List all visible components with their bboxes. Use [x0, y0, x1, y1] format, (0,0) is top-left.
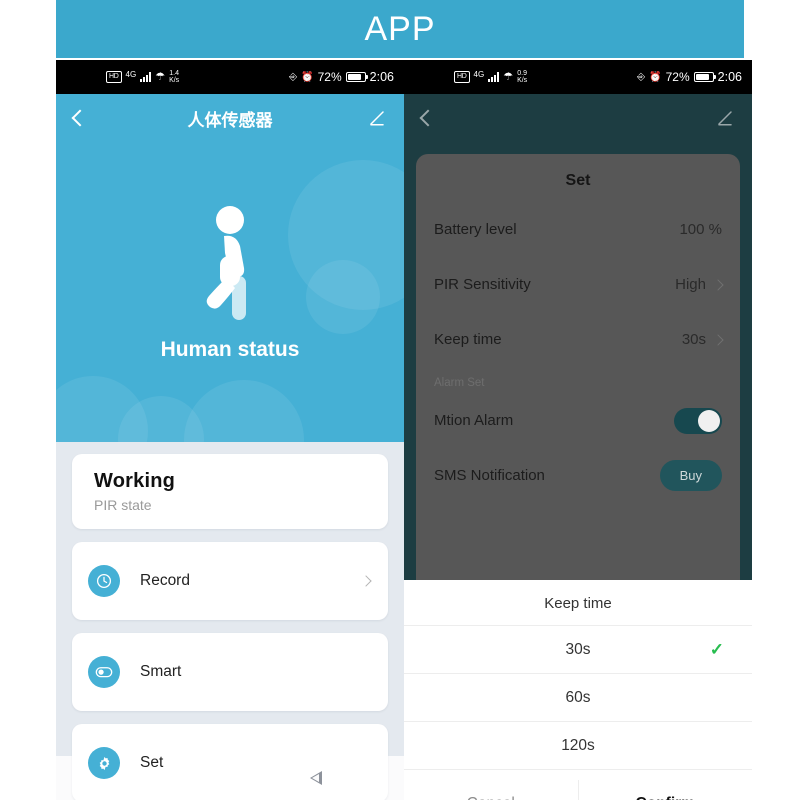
keep-time-bottom-sheet: Keep time 30s ✓ 60s 120s Cancel Confirm — [404, 580, 752, 800]
screenshot-root: APP HD 4G ☂ 1.4 K/s ⎆ ⏰ 72% 2:06 人体传感器 H… — [0, 0, 800, 800]
wifi-icon: ☂ — [503, 70, 514, 83]
gear-icon — [88, 747, 120, 779]
settings-row-label: SMS Notification — [434, 467, 545, 484]
banner-title: APP — [364, 9, 436, 48]
sheet-spacer — [404, 770, 752, 780]
right-status-bar: HD 4G ☂ 0.9 K/s ⎆ ⏰ 72% 2:06 — [404, 60, 752, 94]
settings-row-value: High — [675, 276, 706, 293]
settings-row-value-group: 30s — [681, 331, 724, 348]
network-speed: 1.4 K/s — [169, 70, 179, 84]
settings-row-label: Battery level — [434, 221, 517, 238]
network-type-label: 4G — [473, 69, 485, 79]
pencil-icon[interactable] — [716, 109, 734, 127]
sheet-option-label: 60s — [565, 688, 591, 706]
right-app-bar — [404, 94, 752, 142]
clock-label: 2:06 — [369, 70, 394, 84]
left-phone-screen: HD 4G ☂ 1.4 K/s ⎆ ⏰ 72% 2:06 人体传感器 Human… — [56, 60, 404, 800]
battery-icon — [693, 72, 717, 82]
sheet-action-bar: Cancel Confirm — [404, 780, 752, 800]
settings-title: Set — [565, 172, 591, 189]
pir-status-card: Working PIR state — [72, 454, 388, 529]
clock-icon — [88, 565, 120, 597]
app-banner: APP — [56, 0, 744, 58]
motion-alarm-toggle[interactable] — [674, 407, 722, 434]
settings-section-label: Alarm Set — [434, 377, 485, 389]
confirm-button[interactable]: Confirm — [577, 780, 753, 800]
network-speed-unit: K/s — [517, 77, 528, 84]
settings-row-value: 100 % — [679, 221, 722, 238]
settings-backdrop: Set Battery level 100 % PIR Sensitivity … — [404, 142, 752, 580]
hero-label: Human status — [160, 338, 300, 361]
hero-content: Human status — [56, 142, 404, 442]
pir-status-label: PIR state — [94, 497, 152, 513]
pir-status-value: Working — [94, 470, 176, 492]
sheet-option-label: 30s — [565, 640, 591, 658]
sms-action-group: Buy — [659, 460, 722, 491]
status-bar-right-group: ⎆ ⏰ 72% 2:06 — [637, 70, 742, 84]
wifi-icon: ☂ — [155, 70, 166, 83]
network-speed-unit: K/s — [169, 77, 180, 84]
nfc-icon: ⎆ — [637, 71, 646, 83]
settings-row-label: Mtion Alarm — [434, 412, 514, 429]
walking-person-icon — [206, 206, 246, 320]
left-status-bar: HD 4G ☂ 1.4 K/s ⎆ ⏰ 72% 2:06 — [56, 60, 404, 94]
motion-alarm-toggle-group — [674, 407, 722, 434]
settings-row-value-group: High — [675, 276, 724, 293]
network-type-label: 4G — [125, 69, 137, 79]
card-list: Working PIR state Record Smart Set — [56, 442, 404, 800]
cancel-button[interactable]: Cancel — [404, 780, 578, 800]
alarm-icon: ⏰ — [649, 71, 662, 83]
settings-row-pir-sensitivity[interactable]: PIR Sensitivity High — [434, 257, 724, 312]
check-icon: ✓ — [709, 639, 724, 659]
sheet-title: Keep time — [404, 580, 752, 626]
menu-item-label: Smart — [140, 663, 182, 680]
sheet-option-30s[interactable]: 30s ✓ — [404, 626, 752, 674]
pencil-icon[interactable] — [368, 109, 386, 127]
nfc-icon: ⎆ — [289, 71, 298, 83]
alarm-icon: ⏰ — [301, 71, 314, 83]
status-bar-right-group: ⎆ ⏰ 72% 2:06 — [289, 70, 394, 84]
battery-percent-label: 72% — [665, 70, 690, 84]
settings-row-sms-notification: SMS Notification Buy — [434, 448, 722, 503]
battery-percent-label: 72% — [317, 70, 342, 84]
back-icon[interactable] — [419, 109, 437, 127]
hd-icon: HD — [454, 71, 470, 83]
right-phone-screen: HD 4G ☂ 0.9 K/s ⎆ ⏰ 72% 2:06 Set Battery… — [404, 60, 752, 800]
clock-label: 2:06 — [717, 70, 742, 84]
battery-icon — [345, 72, 369, 82]
hd-icon: HD — [106, 71, 122, 83]
network-speed-value: 1.4 — [169, 70, 179, 77]
menu-item-label: Record — [140, 572, 190, 589]
back-triangle-icon[interactable] — [309, 771, 322, 785]
status-bar-left-group: HD 4G ☂ 0.9 K/s — [454, 70, 527, 84]
network-speed-value: 0.9 — [517, 70, 527, 77]
page-title: 人体传感器 — [187, 110, 273, 130]
chevron-right-icon — [712, 333, 724, 346]
menu-item-record[interactable]: Record — [72, 542, 388, 620]
network-speed: 0.9 K/s — [517, 70, 527, 84]
sheet-option-label: 120s — [561, 736, 595, 754]
buy-button[interactable]: Buy — [659, 460, 722, 491]
left-app-bar: 人体传感器 — [56, 94, 404, 142]
chevron-right-icon — [360, 575, 372, 587]
menu-item-smart[interactable]: Smart — [72, 633, 388, 711]
chevron-right-icon — [712, 278, 724, 291]
settings-panel: Set Battery level 100 % PIR Sensitivity … — [416, 154, 740, 580]
settings-row-motion-alarm: Mtion Alarm — [434, 393, 722, 448]
signal-bars-icon — [488, 72, 500, 82]
status-bar-left-group: HD 4G ☂ 1.4 K/s — [106, 70, 179, 84]
menu-item-label: Set — [140, 754, 164, 771]
toggle-icon — [88, 656, 120, 688]
settings-row-battery-level: Battery level 100 % — [434, 202, 722, 257]
sheet-option-60s[interactable]: 60s — [404, 674, 752, 722]
sheet-option-120s[interactable]: 120s — [404, 722, 752, 770]
hero-section: Human status — [56, 142, 404, 442]
settings-row-value: 30s — [681, 331, 706, 348]
menu-item-set[interactable]: Set — [72, 724, 388, 800]
settings-row-label: PIR Sensitivity — [434, 276, 531, 293]
settings-row-label: Keep time — [434, 331, 502, 348]
signal-bars-icon — [140, 72, 152, 82]
settings-row-keep-time[interactable]: Keep time 30s — [434, 312, 724, 367]
